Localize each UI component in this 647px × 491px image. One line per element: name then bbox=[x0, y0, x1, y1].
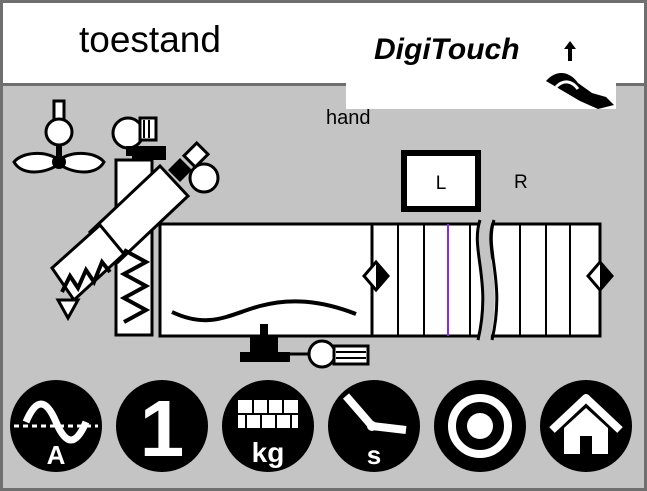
mixer-bin bbox=[158, 222, 377, 338]
ammeter-button[interactable]: A bbox=[8, 378, 104, 474]
number-one-label: 1 bbox=[140, 384, 185, 473]
clock-seconds-icon: s bbox=[328, 380, 420, 472]
home-icon bbox=[540, 380, 632, 472]
weight-kg-icon: kg bbox=[222, 380, 314, 472]
toolbar: A 1 kg s bbox=[3, 374, 644, 484]
seconds-label: s bbox=[367, 440, 381, 470]
target-circle-icon bbox=[434, 380, 526, 472]
conveyor-segments bbox=[370, 218, 602, 342]
clock-seconds-button[interactable]: s bbox=[326, 378, 422, 474]
top-motor-icon bbox=[111, 116, 166, 160]
ammeter-label: A bbox=[47, 440, 66, 470]
fan-icon bbox=[12, 99, 106, 174]
weight-kg-button[interactable]: kg bbox=[220, 378, 316, 474]
number-one-button[interactable]: 1 bbox=[114, 378, 210, 474]
number-one-icon: 1 bbox=[116, 380, 208, 473]
ammeter-icon: A bbox=[10, 380, 102, 472]
target-button[interactable] bbox=[432, 378, 528, 474]
weight-label: kg bbox=[252, 437, 285, 468]
home-button[interactable] bbox=[538, 378, 634, 474]
